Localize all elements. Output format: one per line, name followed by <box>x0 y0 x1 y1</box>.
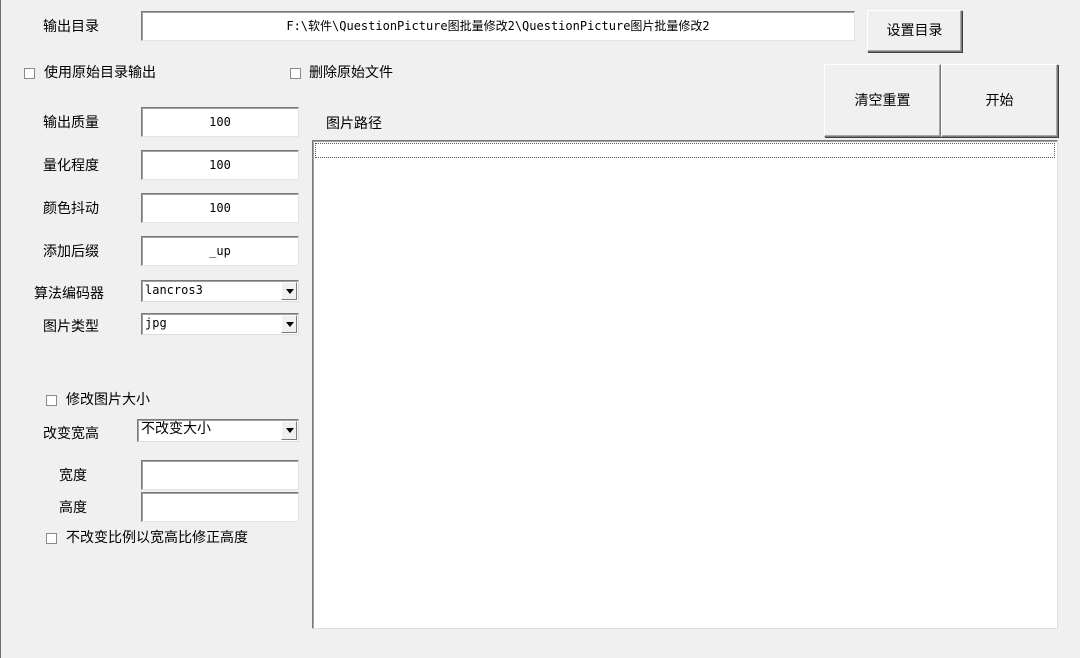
image-type-select-value: jpg <box>145 316 167 330</box>
quality-label: 输出质量 <box>43 115 99 131</box>
suffix-input[interactable]: _up <box>141 236 299 266</box>
codec-select[interactable]: lancros3 <box>141 280 299 302</box>
output-dir-field[interactable]: F:\软件\QuestionPicture图批量修改2\QuestionPict… <box>141 11 855 41</box>
chevron-down-icon[interactable] <box>281 315 297 333</box>
chevron-down-icon[interactable] <box>281 282 297 300</box>
use-original-dir-label: 使用原始目录输出 <box>44 65 156 81</box>
resize-mode-select[interactable]: 不改变大小 <box>137 419 299 442</box>
codec-label: 算法编码器 <box>34 286 104 302</box>
codec-select-value: lancros3 <box>145 283 203 297</box>
output-dir-label: 输出目录 <box>43 19 99 35</box>
delete-original-checkbox-box[interactable] <box>290 68 301 79</box>
list-header: 图片路径 <box>326 116 382 132</box>
modify-size-checkbox-box[interactable] <box>46 395 57 406</box>
suffix-label: 添加后缀 <box>43 244 99 260</box>
height-input[interactable] <box>141 492 299 522</box>
set-directory-button[interactable]: 设置目录 <box>867 10 962 52</box>
quantize-label: 量化程度 <box>43 158 99 174</box>
reset-button[interactable]: 清空重置 <box>824 64 941 137</box>
resize-mode-select-value: 不改变大小 <box>141 421 211 437</box>
start-button[interactable]: 开始 <box>941 64 1058 137</box>
delete-original-label: 删除原始文件 <box>309 65 393 81</box>
use-original-dir-checkbox-box[interactable] <box>24 68 35 79</box>
chevron-down-icon[interactable] <box>281 421 297 440</box>
quality-input[interactable]: 100 <box>141 107 299 137</box>
resize-mode-label: 改变宽高 <box>43 426 99 442</box>
width-label: 宽度 <box>59 468 87 484</box>
height-label: 高度 <box>59 500 87 516</box>
dither-input[interactable]: 100 <box>141 193 299 223</box>
image-path-list[interactable] <box>312 140 1058 629</box>
list-focus-row[interactable] <box>315 143 1055 158</box>
modify-size-label: 修改图片大小 <box>66 392 150 408</box>
image-type-label: 图片类型 <box>43 319 99 335</box>
window-left-border <box>0 0 1 658</box>
image-type-select[interactable]: jpg <box>141 313 299 335</box>
quantize-input[interactable]: 100 <box>141 150 299 180</box>
keep-ratio-label: 不改变比例以宽高比修正高度 <box>66 530 248 546</box>
width-input[interactable] <box>141 460 299 490</box>
keep-ratio-checkbox-box[interactable] <box>46 533 57 544</box>
dither-label: 颜色抖动 <box>43 201 99 217</box>
